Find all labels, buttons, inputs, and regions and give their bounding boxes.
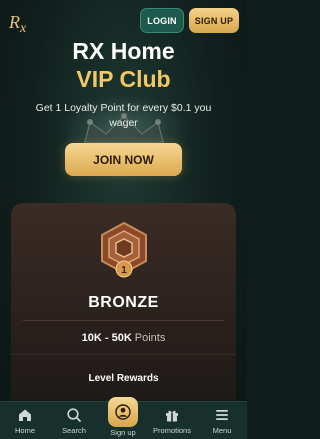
menu-icon: [216, 410, 228, 420]
tier-points-range: 10K - 50K Points: [11, 331, 236, 345]
badge-level-label: 1: [121, 265, 127, 276]
rx-logo[interactable]: R x: [8, 8, 34, 34]
signup-fab-button[interactable]: [108, 397, 138, 427]
nav-label-search: Search: [62, 426, 86, 435]
home-icon: [19, 409, 31, 421]
nav-item-promotions[interactable]: Promotions: [148, 402, 196, 439]
tier-card-bronze: 1 BRONZE 10K - 50K Points Level Rewards: [11, 203, 236, 413]
nav-item-menu[interactable]: Menu: [198, 402, 246, 439]
nav-item-home[interactable]: Home: [1, 402, 49, 439]
level-rewards-title: Level Rewards: [88, 373, 159, 384]
hero-title: RX Home: [72, 38, 175, 64]
join-now-button[interactable]: JOIN NOW: [65, 143, 182, 176]
nav-item-signup[interactable]: Sign up: [105, 397, 141, 439]
tier-divider-secondary: [11, 354, 236, 355]
user-icon: [115, 404, 131, 420]
signup-button[interactable]: SIGN UP: [189, 8, 239, 33]
tier-range-value: 10K - 50K: [81, 332, 132, 344]
nav-label-promotions: Promotions: [153, 426, 191, 435]
search-icon: [67, 408, 81, 422]
nav-label-menu: Menu: [212, 426, 232, 435]
hero-description: Get 1 Loyalty Point for every $0.1 you w…: [35, 102, 212, 129]
svg-text:R: R: [8, 12, 20, 32]
nav-item-search[interactable]: Search: [50, 402, 98, 439]
vip-club-page: R x LOGIN SIGN UP RX Home VIP Club Get 1…: [0, 0, 247, 439]
svg-text:x: x: [19, 21, 27, 34]
tier-name: BRONZE: [88, 294, 159, 311]
nav-label-signup: Sign up: [110, 428, 136, 437]
bronze-badge-icon: 1: [101, 221, 147, 278]
login-button[interactable]: LOGIN: [140, 8, 184, 33]
tier-range-unit: Points: [134, 332, 166, 344]
nav-label-home: Home: [14, 426, 35, 435]
hero-subtitle: VIP Club: [76, 66, 171, 92]
tier-divider: [23, 320, 224, 321]
gift-icon: [166, 410, 178, 422]
top-header: R x LOGIN SIGN UP: [0, 0, 247, 42]
